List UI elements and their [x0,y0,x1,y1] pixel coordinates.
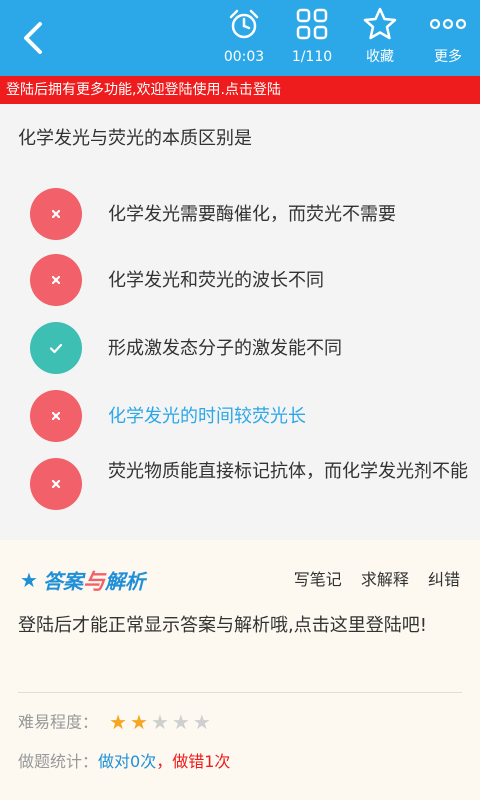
answer-title: ★ 答案与解析 [20,564,145,595]
cross-icon [51,411,61,421]
wrong-mark [30,390,82,442]
star-empty-icon: ★ [171,710,190,734]
more-label: 更多 [434,49,462,65]
difficulty-label: 难易程度： [18,712,99,732]
option-5[interactable]: 荧光物质能直接标记抗体，而化学发光剂不能 [30,456,470,526]
more-dots-icon [429,18,467,30]
answer-title-part3: 解析 [105,569,146,594]
divider [18,692,462,693]
star-filled-icon: ★ [130,710,148,734]
login-prompt-message[interactable]: 登陆后才能正常显示答案与解析哦,点击这里登陆吧! [18,610,458,642]
option-text: 荧光物质能直接标记抗体，而化学发光剂不能 [108,461,468,482]
report-error-button[interactable]: 纠错 [428,570,460,589]
stats-right: 做对0次 [98,752,157,771]
ask-explanation-button[interactable]: 求解释 [361,570,409,589]
cross-icon [51,479,61,489]
option-text: 形成激发态分子的激发能不同 [108,338,342,359]
answer-title-part1: 答案 [43,569,84,594]
answer-actions: 写笔记 求解释 纠错 [280,566,460,590]
wrong-mark [30,458,82,510]
login-banner[interactable]: 登陆后拥有更多功能,欢迎登陆使用.点击登陆 [0,76,480,104]
option-2[interactable]: 化学发光和荧光的波长不同 [30,252,470,308]
star-empty-icon: ★ [150,710,169,734]
alarm-clock-icon [229,9,259,39]
top-bar: 00:03 1/110 收藏 更多 [0,0,480,76]
stats-separator: ， [156,752,173,771]
cross-icon [51,275,61,285]
difficulty-stars: ★ ★ ★ ★ ★ [109,710,214,736]
check-icon [49,343,63,354]
answer-panel: ★ 答案与解析 写笔记 求解释 纠错 登陆后才能正常显示答案与解析哦,点击这里登… [0,540,480,800]
write-note-button[interactable]: 写笔记 [294,570,342,589]
star-filled-icon: ★ [109,710,128,734]
more-button[interactable]: 更多 [408,4,480,72]
star-bullet-icon: ★ [20,568,38,592]
correct-mark [30,322,82,374]
wrong-mark [30,254,82,306]
stats-row: 做题统计：做对0次，做错1次 [18,750,230,774]
option-4[interactable]: 化学发光的时间较荧光长 [30,388,470,444]
option-text: 化学发光需要酶催化，而荧光不需要 [108,204,396,225]
option-3[interactable]: 形成激发态分子的激发能不同 [30,320,470,376]
answer-title-part2: 与 [83,570,106,595]
star-empty-icon: ★ [192,710,211,734]
back-button[interactable] [10,14,58,62]
option-text-selected: 化学发光的时间较荧光长 [108,406,306,427]
option-1[interactable]: 化学发光需要酶催化，而荧光不需要 [30,186,470,242]
wrong-mark [30,188,82,240]
option-text: 化学发光和荧光的波长不同 [108,270,324,291]
difficulty-row: 难易程度： ★ ★ ★ ★ ★ [18,710,214,734]
cross-icon [51,209,61,219]
back-arrow-icon [24,22,42,54]
stats-wrong: 做错1次 [172,752,231,771]
stats-label: 做题统计： [18,752,99,771]
star-icon [363,7,397,40]
grid-icon [296,8,328,40]
question-text: 化学发光与荧光的本质区别是 [18,128,252,149]
question-panel: 化学发光与荧光的本质区别是 化学发光需要酶催化，而荧光不需要 化学发光和荧光的波… [0,104,480,540]
